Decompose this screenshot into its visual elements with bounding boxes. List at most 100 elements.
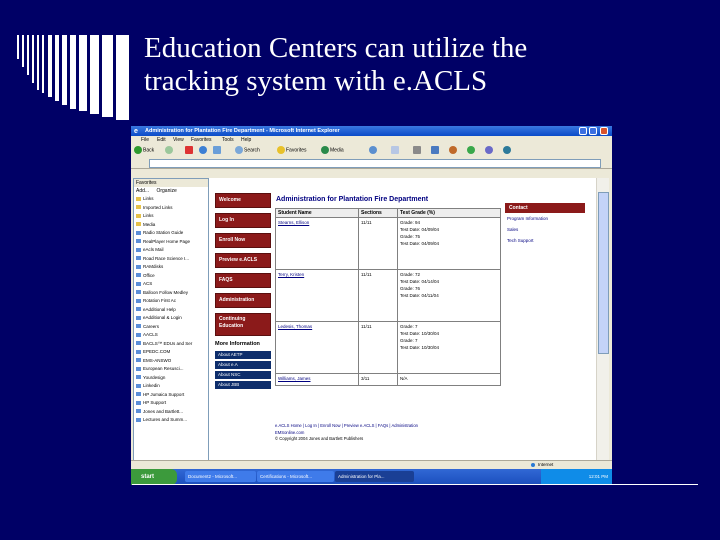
favorites-item[interactable]: ACS xyxy=(134,280,208,289)
nav-continuing-education[interactable]: Continuing Education xyxy=(215,313,271,336)
favorites-item[interactable]: RAMdisks xyxy=(134,263,208,272)
favorites-item[interactable]: Road Race Science I... xyxy=(134,255,208,264)
favorites-item[interactable]: eAdditional Help xyxy=(134,306,208,315)
favorites-item[interactable]: Office xyxy=(134,272,208,281)
discuss-button[interactable] xyxy=(449,146,458,155)
info-link-jbb[interactable]: About JBB xyxy=(215,381,271,389)
favorites-label: Favorites xyxy=(286,147,307,154)
favorites-item[interactable]: Yourdesign xyxy=(134,374,208,383)
back-button[interactable]: Back xyxy=(134,146,154,155)
grade-1: Grade: 7 xyxy=(400,324,418,329)
forward-button[interactable] xyxy=(165,146,174,155)
favorites-item[interactable]: Media xyxy=(134,221,208,230)
taskbar-item-administration[interactable]: Administration for Pla... xyxy=(335,471,414,482)
edit-button[interactable] xyxy=(431,146,440,155)
favorites-item-label: Yourdesign xyxy=(143,374,166,380)
tech-support-link[interactable]: Tech Support xyxy=(505,235,585,246)
stop-button[interactable] xyxy=(185,146,194,155)
messenger-button[interactable] xyxy=(467,146,476,155)
student-name-link[interactable]: Williams, James xyxy=(275,373,359,386)
menu-edit[interactable]: Edit xyxy=(157,136,166,144)
scrollbar-thumb[interactable] xyxy=(598,192,609,354)
favorites-item[interactable]: Radio Station Guide xyxy=(134,229,208,238)
info-link-aetp[interactable]: About AETP xyxy=(215,351,271,359)
favorites-item[interactable]: eAdditional & Login xyxy=(134,314,208,323)
favorites-item-label: Office xyxy=(143,272,155,278)
page-icon xyxy=(136,332,141,337)
research-button[interactable] xyxy=(485,146,494,155)
favorites-item[interactable]: EPEDC.COM xyxy=(134,348,208,357)
favorites-item[interactable]: Lectures and Summ... xyxy=(134,416,208,425)
home-icon xyxy=(213,146,221,154)
favorites-item[interactable]: Links xyxy=(134,195,208,204)
sections-cell: 11/11 xyxy=(358,321,398,374)
address-field[interactable] xyxy=(149,159,601,168)
nav-preview[interactable]: Preview e.ACLS xyxy=(215,253,271,268)
table-row: Williams, James 3/11 N/A xyxy=(275,373,501,386)
page-icon xyxy=(136,366,141,371)
program-information-link[interactable]: Program Information xyxy=(505,213,585,224)
favorites-item[interactable]: Imported Links xyxy=(134,204,208,213)
favorites-item[interactable]: European Resusci... xyxy=(134,365,208,374)
minimize-button[interactable] xyxy=(579,127,587,135)
favorites-item[interactable]: Balloon Follow Medley xyxy=(134,289,208,298)
menu-tools[interactable]: Tools xyxy=(222,136,234,144)
search-button[interactable]: Search xyxy=(235,146,260,155)
nav-login[interactable]: Log In xyxy=(215,213,271,228)
nav-faqs[interactable]: FAQS xyxy=(215,273,271,288)
menu-view[interactable]: View xyxy=(173,136,184,144)
print-button[interactable] xyxy=(413,146,422,155)
menu-favorites[interactable]: Favorites xyxy=(191,136,212,144)
page-icon xyxy=(136,349,141,354)
favorites-item[interactable]: Linkedin xyxy=(134,382,208,391)
taskbar-item-document[interactable]: Document2 - Microsoft... xyxy=(185,471,256,482)
page-icon xyxy=(136,358,141,363)
favorites-item[interactable]: EMS-ANSWO xyxy=(134,357,208,366)
favorites-add-button[interactable]: Add... xyxy=(136,188,149,194)
info-link-nsc[interactable]: About NSC xyxy=(215,371,271,379)
favorites-item[interactable]: eAcls Mail xyxy=(134,246,208,255)
home-button[interactable] xyxy=(213,146,222,155)
nav-enroll[interactable]: Enroll Now xyxy=(215,233,271,248)
header-student-name: Student Name xyxy=(275,208,359,218)
student-name-link[interactable]: Terry, Kristen xyxy=(275,269,359,322)
sales-link[interactable]: Sales xyxy=(505,224,585,235)
nav-administration[interactable]: Administration xyxy=(215,293,271,308)
info-link-ea[interactable]: About e.A xyxy=(215,361,271,369)
maximize-button[interactable] xyxy=(589,127,597,135)
media-button[interactable]: Media xyxy=(321,146,344,155)
forward-arrow-icon xyxy=(165,146,173,154)
refresh-button[interactable] xyxy=(199,146,208,155)
student-name-link[interactable]: Stearns, Ellison xyxy=(275,217,359,270)
favorites-item[interactable]: RealPlayer Home Page xyxy=(134,238,208,247)
contact-header: Contact xyxy=(505,203,585,213)
history-button[interactable] xyxy=(369,146,378,155)
favorites-organize-button[interactable]: Organize xyxy=(156,188,176,194)
taskbar-item-certifications[interactable]: Certifications - Microsoft... xyxy=(257,471,334,482)
favorites-item-label: Lectures and Summ... xyxy=(143,417,188,422)
favorites-button[interactable]: Favorites xyxy=(277,146,307,155)
menu-file[interactable]: File xyxy=(141,136,149,144)
folder-icon xyxy=(136,205,141,210)
footer-copyright: © Copyright 2004 Jones and Bartlett Publ… xyxy=(275,436,364,441)
toolbar: Back Search Favorites Media xyxy=(131,144,612,159)
nav-welcome[interactable]: Welcome xyxy=(215,193,271,208)
favorites-item[interactable]: BACLS™ EDUs and Ser xyxy=(134,340,208,349)
favorites-item[interactable]: HP Jumaica Support xyxy=(134,391,208,400)
favorites-item[interactable]: Jones and Bartlett... xyxy=(134,408,208,417)
favorites-item[interactable]: AACLS xyxy=(134,331,208,340)
extra-button[interactable] xyxy=(503,146,512,155)
search-label: Search xyxy=(244,147,260,154)
vertical-scrollbar[interactable] xyxy=(596,178,609,468)
favorites-item[interactable]: Careers xyxy=(134,323,208,332)
favorites-item[interactable]: HP Support xyxy=(134,399,208,408)
favorites-item[interactable]: Links xyxy=(134,212,208,221)
menu-help[interactable]: Help xyxy=(241,136,251,144)
mail-button[interactable] xyxy=(391,146,400,155)
page-icon xyxy=(136,409,141,414)
favorites-item[interactable]: Rotation First Ac xyxy=(134,297,208,306)
student-name-link[interactable]: Ledesis, Thomas xyxy=(275,321,359,374)
start-button[interactable]: start xyxy=(131,469,177,485)
favorites-item-label: RAMdisks xyxy=(143,264,164,269)
close-button[interactable] xyxy=(600,127,608,135)
